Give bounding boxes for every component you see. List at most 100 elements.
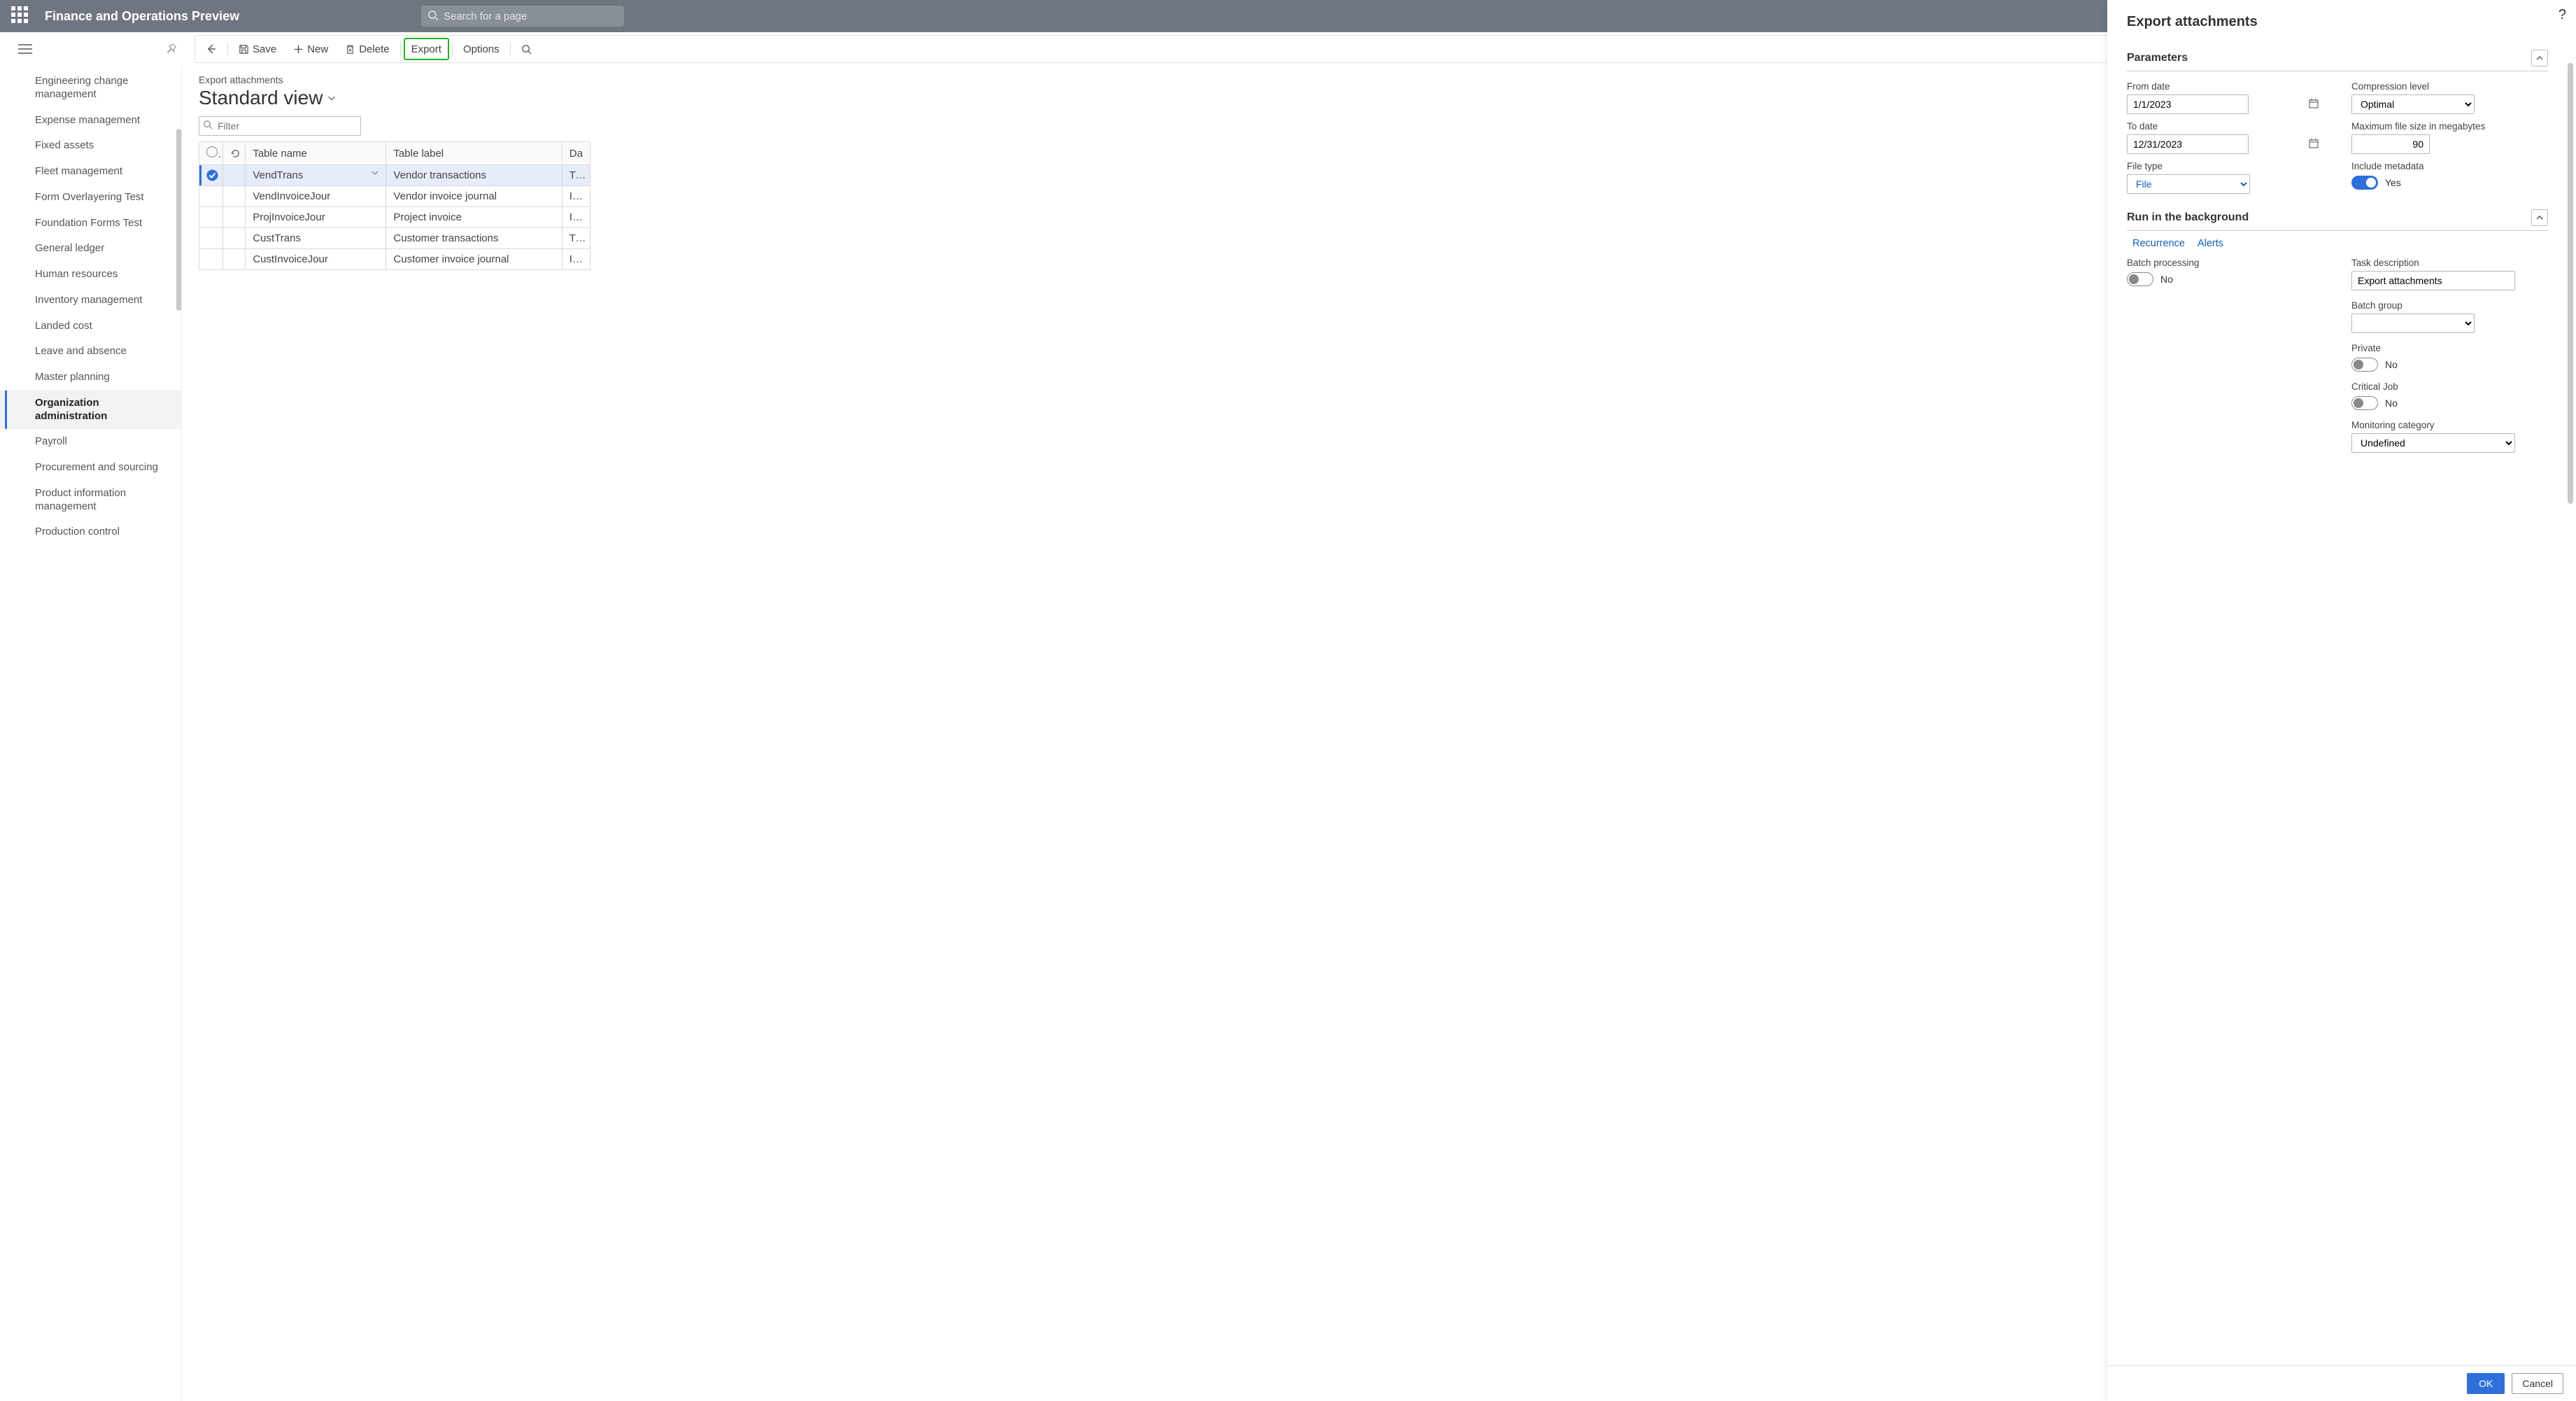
global-search-input[interactable] <box>421 6 624 27</box>
from-date-input[interactable] <box>2127 94 2249 114</box>
view-title-text: Standard view <box>199 87 323 109</box>
row-select-cell[interactable] <box>199 165 223 186</box>
trash-icon <box>345 44 355 55</box>
alerts-link[interactable]: Alerts <box>2198 238 2223 249</box>
cell-table-label: Customer transactions <box>386 228 562 249</box>
delete-button[interactable]: Delete <box>337 38 397 60</box>
compression-select[interactable]: Optimal <box>2351 94 2475 114</box>
collapse-parameters-button[interactable] <box>2531 50 2548 66</box>
sidebar-item[interactable]: Master planning <box>0 365 181 390</box>
collapse-background-button[interactable] <box>2531 209 2548 226</box>
batch-processing-state: No <box>2160 274 2173 285</box>
cell-table-name[interactable]: ProjInvoiceJour <box>246 207 386 228</box>
critical-job-toggle[interactable] <box>2351 396 2378 410</box>
row-select-cell[interactable] <box>199 228 223 249</box>
cell-table-label: Vendor invoice journal <box>386 186 562 207</box>
col-table-name[interactable]: Table name <box>246 142 386 165</box>
file-type-select[interactable]: File <box>2127 174 2250 194</box>
private-label: Private <box>2351 343 2548 353</box>
sidebar-item[interactable]: Human resources <box>0 262 181 288</box>
cell-table-name[interactable]: CustTrans <box>246 228 386 249</box>
sidebar-item[interactable]: Form Overlayering Test <box>0 185 181 211</box>
max-size-input[interactable] <box>2351 134 2430 154</box>
options-button[interactable]: Options <box>455 38 507 60</box>
include-metadata-toggle[interactable] <box>2351 176 2378 190</box>
save-button[interactable]: Save <box>231 38 284 60</box>
recurrence-link[interactable]: Recurrence <box>2132 238 2185 249</box>
sidebar-item[interactable]: Inventory management <box>0 288 181 314</box>
sidebar-item[interactable]: Fleet management <box>0 159 181 185</box>
scrollbar-thumb[interactable] <box>2568 63 2573 504</box>
ok-button[interactable]: OK <box>2467 1373 2505 1394</box>
batch-group-select[interactable] <box>2351 314 2475 333</box>
new-button[interactable]: New <box>285 38 336 60</box>
table-row[interactable]: VendTransVendor transactionsTra <box>199 165 590 186</box>
cell-extra: Tra <box>562 165 590 186</box>
sidebar-item[interactable]: Fixed assets <box>0 133 181 159</box>
row-spacer <box>223 165 246 186</box>
sidebar-item[interactable]: Organization administration <box>0 390 181 430</box>
find-button[interactable] <box>514 38 539 60</box>
sidebar-item[interactable]: Procurement and sourcing <box>0 455 181 481</box>
critical-job-state: No <box>2385 397 2398 409</box>
waffle-icon[interactable] <box>11 6 31 26</box>
sidebar-item[interactable]: Expense management <box>0 108 181 134</box>
table-row[interactable]: CustInvoiceJourCustomer invoice journalI… <box>199 249 590 270</box>
select-all-header[interactable] <box>199 142 223 165</box>
sidebar-item[interactable]: General ledger <box>0 236 181 262</box>
sidebar-item[interactable]: Production control <box>0 519 181 545</box>
batch-processing-toggle[interactable] <box>2127 272 2153 286</box>
private-state: No <box>2385 359 2398 370</box>
row-spacer <box>223 186 246 207</box>
row-spacer <box>223 249 246 270</box>
cell-table-name[interactable]: CustInvoiceJour <box>246 249 386 270</box>
table-row[interactable]: VendInvoiceJourVendor invoice journalInv <box>199 186 590 207</box>
include-metadata-state: Yes <box>2385 177 2401 188</box>
sidebar-item[interactable]: Landed cost <box>0 314 181 339</box>
row-select-cell[interactable] <box>199 186 223 207</box>
cell-table-name[interactable]: VendTrans <box>246 165 386 186</box>
save-label: Save <box>253 43 276 55</box>
col-table-label[interactable]: Table label <box>386 142 562 165</box>
cell-table-label: Project invoice <box>386 207 562 228</box>
panel-footer: OK Cancel <box>2107 1365 2576 1401</box>
monitoring-category-label: Monitoring category <box>2351 420 2548 430</box>
data-grid: Table name Table label Da VendTransVendo… <box>199 141 590 270</box>
back-button[interactable] <box>198 38 225 60</box>
export-label: Export <box>411 43 441 55</box>
parameters-section-header: Parameters <box>2127 44 2548 71</box>
row-select-cell[interactable] <box>199 249 223 270</box>
table-row[interactable]: ProjInvoiceJourProject invoiceInv <box>199 207 590 228</box>
file-type-label: File type <box>2127 161 2323 171</box>
cell-extra: Inv <box>562 249 590 270</box>
cell-table-name[interactable]: VendInvoiceJour <box>246 186 386 207</box>
batch-processing-label: Batch processing <box>2127 258 2323 268</box>
export-button[interactable]: Export <box>404 38 449 60</box>
task-description-input[interactable] <box>2351 271 2515 290</box>
cell-table-label: Customer invoice journal <box>386 249 562 270</box>
background-section-header: Run in the background <box>2127 204 2548 231</box>
sidebar-item[interactable]: Product information management <box>0 481 181 520</box>
calendar-icon <box>2308 98 2319 109</box>
cancel-button[interactable]: Cancel <box>2512 1373 2563 1394</box>
filter-input[interactable] <box>199 116 361 136</box>
sidebar-item[interactable]: Leave and absence <box>0 339 181 365</box>
pin-icon[interactable] <box>167 43 178 55</box>
refresh-header[interactable] <box>223 142 246 165</box>
monitoring-category-select[interactable]: Undefined <box>2351 433 2515 453</box>
to-date-label: To date <box>2127 121 2323 132</box>
private-toggle[interactable] <box>2351 358 2378 372</box>
to-date-input[interactable] <box>2127 134 2249 154</box>
sidebar-item[interactable]: Engineering change management <box>0 69 181 108</box>
row-select-cell[interactable] <box>199 207 223 228</box>
sidebar-item[interactable]: Foundation Forms Test <box>0 211 181 237</box>
sidebar-item[interactable]: Payroll <box>0 429 181 455</box>
table-row[interactable]: CustTransCustomer transactionsTra <box>199 228 590 249</box>
critical-job-label: Critical Job <box>2351 381 2548 392</box>
help-icon[interactable]: ? <box>2559 7 2566 23</box>
hamburger-icon[interactable] <box>10 44 41 54</box>
scrollbar-thumb[interactable] <box>176 129 181 311</box>
save-icon <box>239 44 249 55</box>
search-icon <box>427 10 439 21</box>
col-extra[interactable]: Da <box>562 142 590 165</box>
